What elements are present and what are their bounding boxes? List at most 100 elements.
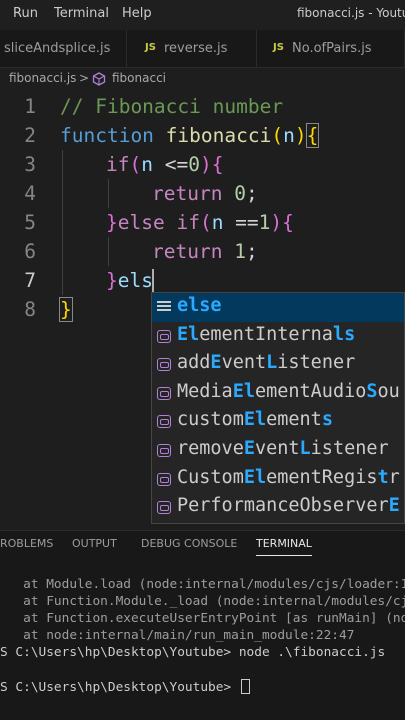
tab-reverse[interactable]: JS reverse.js — [128, 30, 257, 67]
code-keyword: else if — [117, 211, 200, 234]
breadcrumb-file[interactable]: fibonacci.js — [9, 71, 76, 85]
code-operator: <= — [152, 153, 189, 176]
line-number: 2 — [24, 124, 36, 147]
symbol-variable-icon — [157, 415, 171, 429]
tab-no-of-pairs[interactable]: JS No.ofPairs.js — [258, 30, 405, 67]
tab-label: No.ofPairs.js — [292, 41, 372, 56]
code-keyword: function — [60, 124, 154, 147]
autocomplete-suggest-widget: else ElementInternals addEventListener M… — [151, 292, 405, 524]
terminal-line: at Module.load (node:internal/modules/cj… — [0, 577, 405, 592]
code-paren: ) — [199, 153, 212, 176]
code-paren: ) — [270, 211, 283, 234]
code-line-4: return 0; — [152, 182, 258, 205]
suggest-item[interactable]: else — [152, 293, 404, 322]
menu-terminal[interactable]: Terminal — [54, 6, 109, 21]
terminal-line: S C:\Users\hp\Desktop\Youtube> node .\fi… — [0, 645, 386, 660]
tab-debug-console[interactable]: DEBUG CONSOLE — [141, 537, 237, 550]
breadcrumb-separator: > — [79, 71, 90, 85]
symbol-method-icon — [157, 444, 171, 457]
terminal-cursor — [240, 679, 250, 694]
line-number-active: 7 — [24, 269, 36, 292]
menu-run[interactable]: Run — [13, 6, 38, 21]
code-brace-close: } — [106, 269, 118, 292]
code-number: 1 — [234, 240, 246, 263]
suggest-item[interactable]: PerformanceObserverE — [152, 493, 404, 522]
symbol-interface-icon — [157, 472, 171, 486]
code-line-5: }else if(n ==1){ — [106, 211, 294, 234]
suggest-item[interactable]: CustomElementRegistr — [152, 465, 404, 494]
active-tab-indicator — [256, 555, 312, 556]
code-number: 0 — [234, 182, 246, 205]
code-var: n — [141, 153, 153, 176]
line-number: 3 — [24, 153, 36, 176]
code-line-3: if(n <=0){ — [106, 153, 223, 176]
window-title: fibonacci.js - YoutuB — [297, 6, 405, 20]
code-line-1: // Fibonacci number — [60, 95, 283, 118]
js-icon: JS — [273, 42, 284, 53]
symbol-interface-icon — [157, 386, 171, 400]
tab-output[interactable]: OUTPUT — [72, 537, 117, 550]
code-semicolon: ; — [245, 182, 258, 205]
tab-label: reverse.js — [164, 41, 228, 56]
code-paren: ( — [199, 211, 212, 234]
indent-guide — [108, 237, 109, 266]
code-paren: ) — [294, 124, 307, 147]
tab-problems[interactable]: ROBLEMS — [0, 537, 53, 550]
code-semicolon: ; — [245, 240, 258, 263]
code-line-8: } — [59, 297, 73, 322]
keyword-icon — [157, 301, 171, 314]
terminal-line: at Function.executeUserEntryPoint [as ru… — [0, 611, 405, 626]
line-number: 1 — [24, 95, 36, 118]
code-brace-close: } — [106, 211, 118, 234]
code-operator: == — [223, 211, 259, 234]
code-keyword: return — [152, 240, 223, 263]
indent-guide — [62, 150, 63, 295]
tab-label: sliceAndsplice.js — [4, 41, 111, 56]
symbol-interface-icon — [157, 329, 171, 343]
code-line-7: }els — [106, 269, 153, 292]
code-brace-open: { — [211, 153, 224, 176]
code-keyword: return — [152, 182, 223, 205]
suggest-match: else — [177, 295, 222, 316]
line-number: 8 — [24, 298, 36, 321]
terminal-prompt-text: S C:\Users\hp\Desktop\Youtube> — [0, 680, 232, 695]
tab-terminal[interactable]: TERMINAL — [256, 537, 312, 550]
menu-bar: Run Terminal Help fibonacci.js - YoutuB — [0, 0, 405, 30]
line-number: 4 — [24, 182, 36, 205]
terminal-prompt[interactable]: S C:\Users\hp\Desktop\Youtube> — [0, 679, 405, 695]
js-icon: JS — [145, 42, 156, 53]
tab-sliceandsplice[interactable]: sliceAndsplice.js — [0, 30, 127, 67]
suggest-item[interactable]: customElements — [152, 407, 404, 436]
code-paren: ( — [271, 124, 284, 147]
code-brace-open: { — [305, 123, 320, 148]
suggest-item[interactable]: addEventListener — [152, 350, 404, 379]
text-cursor — [152, 269, 154, 293]
code-line-2: function fibonacci(n){ — [60, 123, 320, 148]
line-number: 5 — [24, 211, 36, 234]
menu-help[interactable]: Help — [122, 6, 152, 21]
suggest-item[interactable]: removeEventListener — [152, 436, 404, 465]
breadcrumb: fibonacci.js > fibonacci — [0, 68, 405, 90]
code-number: 1 — [258, 211, 271, 234]
terminal-line: at node:internal/main/run_main_module:22… — [0, 628, 355, 643]
suggest-item[interactable]: MediaElementAudioSou — [152, 379, 404, 408]
code-param: n — [283, 124, 295, 147]
symbol-method-icon — [157, 358, 171, 372]
suggest-item[interactable]: ElementInternals — [152, 322, 404, 351]
symbol-interface-icon — [157, 501, 171, 515]
code-line-6: return 1; — [152, 240, 258, 263]
code-brace-close: } — [59, 297, 73, 322]
code-typed-text: els — [117, 269, 153, 292]
line-number: 6 — [24, 240, 36, 263]
code-comment: // Fibonacci number — [60, 95, 284, 118]
editor-tab-bar: sliceAndsplice.js JS reverse.js JS No.of… — [0, 30, 405, 68]
symbol-method-icon — [92, 72, 106, 86]
code-paren: ( — [129, 153, 142, 176]
terminal-line: at Function.Module._load (node:internal/… — [0, 594, 405, 609]
code-function-name: fibonacci — [165, 124, 272, 147]
indent-guide — [108, 179, 109, 208]
bottom-panel: ROBLEMS OUTPUT DEBUG CONSOLE TERMINAL at… — [0, 530, 405, 720]
breadcrumb-symbol[interactable]: fibonacci — [112, 71, 166, 85]
code-number: 0 — [188, 153, 200, 176]
code-keyword: if — [106, 153, 130, 176]
